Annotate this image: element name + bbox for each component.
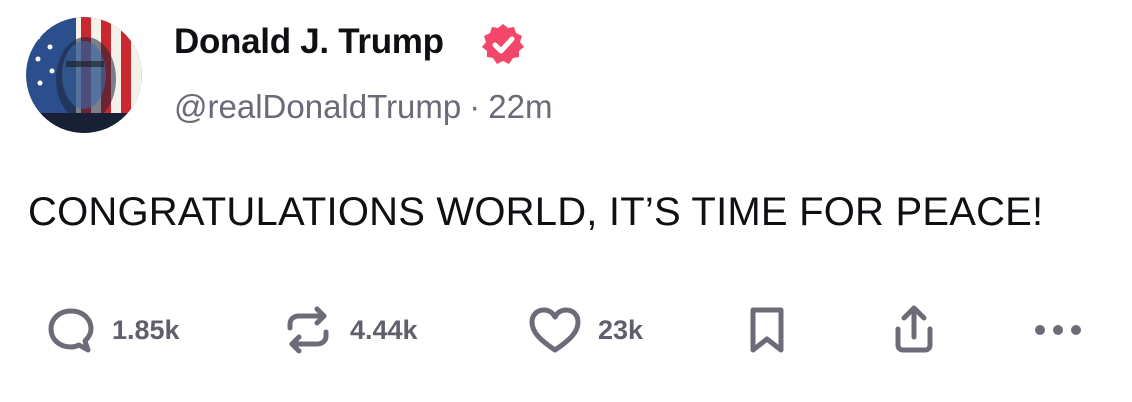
share-icon <box>886 301 942 359</box>
repost-arrows-icon <box>280 302 336 358</box>
like-count: 23k <box>598 314 644 345</box>
action-bar: 1.85k 4.44k 23k <box>0 300 1132 360</box>
like-button[interactable]: 23k <box>526 300 643 360</box>
reply-button[interactable]: 1.85k <box>44 300 180 360</box>
repost-count: 4.44k <box>350 314 418 345</box>
heart-icon <box>526 302 584 358</box>
bookmark-button[interactable] <box>744 300 790 360</box>
reply-bubble-icon <box>44 303 98 357</box>
repost-button[interactable]: 4.44k <box>280 300 418 360</box>
bookmark-icon <box>744 302 790 358</box>
meta-separator: · <box>469 88 481 125</box>
avatar-image <box>26 17 142 133</box>
post-card: Donald J. Trump @realDonaldTrump · 22m CON… <box>0 0 1132 402</box>
post-text: CONGRATULATIONS WORLD, IT’S TIME FOR PEA… <box>28 190 1044 234</box>
post-timestamp[interactable]: 22m <box>488 88 552 125</box>
more-dots-icon <box>1030 320 1086 340</box>
author-handle[interactable]: @realDonaldTrump <box>174 88 461 125</box>
verified-badge-icon <box>480 22 526 68</box>
author-meta: @realDonaldTrump · 22m <box>174 88 552 126</box>
share-button[interactable] <box>886 300 942 360</box>
reply-count: 1.85k <box>112 314 180 345</box>
avatar[interactable] <box>26 17 142 133</box>
more-options-button[interactable] <box>1030 300 1086 360</box>
author-display-name[interactable]: Donald J. Trump <box>174 22 444 62</box>
